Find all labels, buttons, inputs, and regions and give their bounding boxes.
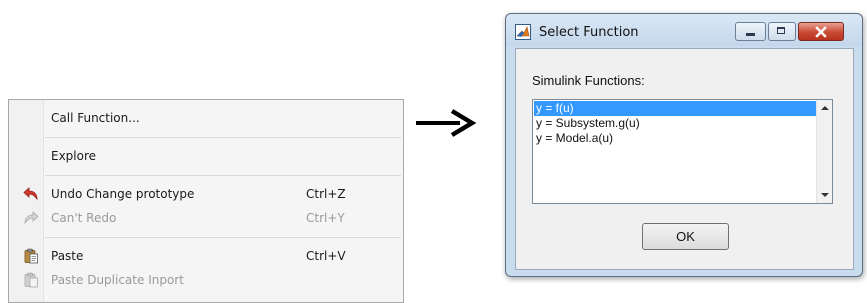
menu-item-paste[interactable]: Paste Ctrl+V <box>10 244 402 268</box>
dialog-title: Select Function <box>539 25 639 40</box>
scroll-down-icon[interactable] <box>821 193 829 197</box>
redo-icon <box>23 210 39 226</box>
menu-item-shortcut: Ctrl+Y <box>306 211 345 225</box>
select-function-dialog: Select Function Simulink Functions: y = … <box>505 13 863 277</box>
undo-icon <box>23 186 39 202</box>
menu-item-paste-duplicate-inport[interactable]: Paste Duplicate Inport <box>10 268 402 292</box>
menu-item-label: Paste Duplicate Inport <box>51 273 184 287</box>
menu-item-undo[interactable]: Undo Change prototype Ctrl+Z <box>10 182 402 206</box>
right-arrow-icon <box>416 109 477 137</box>
scroll-up-icon[interactable] <box>821 106 829 110</box>
menu-item-call-function[interactable]: Call Function... <box>10 106 402 130</box>
simulink-functions-label: Simulink Functions: <box>532 73 645 88</box>
dialog-title-bar[interactable]: Select Function <box>506 14 862 46</box>
minimize-button[interactable] <box>735 22 766 41</box>
list-item[interactable]: y = Model.a(u) <box>534 131 818 146</box>
menu-item-shortcut: Ctrl+Z <box>306 187 346 201</box>
paste-icon <box>23 272 39 288</box>
menu-item-label: Undo Change prototype <box>51 187 195 201</box>
function-listbox[interactable]: y = f(u) y = Subsystem.g(u) y = Model.a(… <box>532 99 833 204</box>
menu-item-shortcut: Ctrl+V <box>306 249 346 263</box>
menu-item-explore[interactable]: Explore <box>10 144 402 168</box>
matlab-icon <box>515 24 531 40</box>
list-item[interactable]: y = f(u) <box>534 101 818 116</box>
menu-item-label: Call Function... <box>51 111 140 125</box>
menu-separator <box>45 175 401 176</box>
maximize-icon <box>777 27 785 34</box>
close-button[interactable] <box>798 22 844 41</box>
close-icon <box>815 26 827 38</box>
menu-item-label: Paste <box>51 249 84 263</box>
list-item[interactable]: y = Subsystem.g(u) <box>534 116 818 131</box>
menu-item-redo[interactable]: Can't Redo Ctrl+Y <box>10 206 402 230</box>
maximize-button[interactable] <box>768 22 796 41</box>
menu-separator <box>45 137 401 138</box>
minimize-icon <box>746 33 755 36</box>
context-menu: Call Function... Explore Undo Change pro… <box>8 99 404 303</box>
menu-item-label: Explore <box>51 149 97 163</box>
vertical-scrollbar[interactable] <box>816 100 832 203</box>
menu-item-label: Can't Redo <box>51 211 117 225</box>
menu-separator <box>45 237 401 238</box>
ok-button[interactable]: OK <box>642 223 729 250</box>
paste-icon <box>23 248 39 264</box>
dialog-client-area: Simulink Functions: y = f(u) y = Subsyst… <box>515 48 854 270</box>
